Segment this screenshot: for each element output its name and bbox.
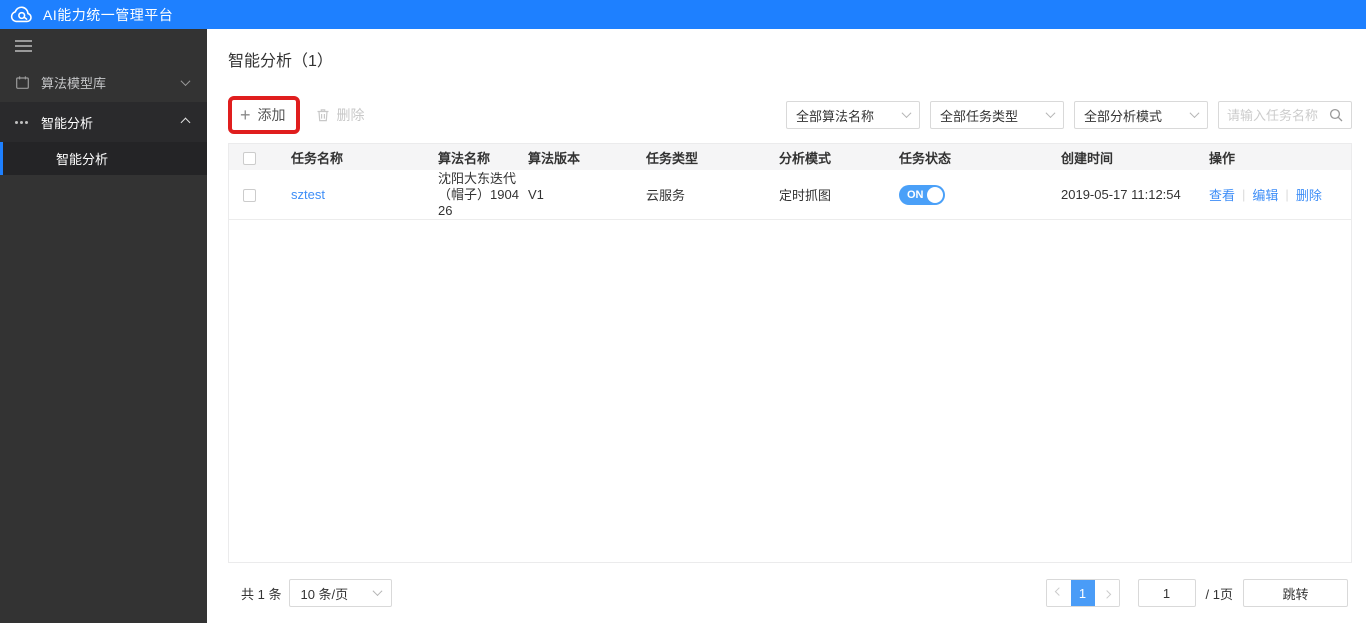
task-type-cell: 云服务: [646, 188, 686, 203]
app-title: AI能力统一管理平台: [43, 6, 174, 23]
page-title: 智能分析（1）: [228, 53, 333, 70]
pagination-bar: 共 1 条 10 条/页 1 / 1页 跳转: [228, 579, 1352, 607]
pager-group: 1: [1045, 579, 1120, 607]
filter-algorithm-name-select[interactable]: 全部算法名称: [786, 101, 920, 129]
filter-analysis-mode-select[interactable]: 全部分析模式: [1074, 101, 1208, 129]
view-action-link[interactable]: 查看: [1209, 185, 1235, 204]
task-name-search: [1218, 101, 1352, 129]
annotation-highlight-box: + 添加: [228, 96, 300, 134]
filter-value: 全部算法名称: [796, 108, 875, 124]
delete-button[interactable]: 删除: [316, 105, 365, 125]
row-actions: 查看 | 编辑 | 删除: [1209, 185, 1351, 204]
filter-bar: 全部算法名称 全部任务类型 全部分析模式: [786, 101, 1352, 129]
sidebar-item-label: 算法模型库: [41, 75, 107, 91]
dots-icon: [15, 120, 39, 124]
chevron-down-icon: [180, 75, 191, 86]
filter-task-type-select[interactable]: 全部任务类型: [930, 101, 1064, 129]
analysis-mode-cell: 定时抓图: [779, 188, 832, 203]
sidebar: 算法模型库 智能分析 智能分析: [0, 29, 207, 623]
top-header: AI能力统一管理平台: [0, 0, 1366, 29]
sidebar-subitem-label: 智能分析: [56, 152, 109, 167]
column-header-task-name: 任务名称: [291, 150, 344, 166]
table-row: sztest 沈阳大东迭代（帽子）190426 V1 云服务 定时抓图 ON 2…: [229, 170, 1351, 220]
calendar-icon: [15, 75, 39, 90]
table-header-row: 任务名称 算法名称 算法版本 任务类型 分析模式 任务状态 创建时间 操作: [229, 144, 1351, 170]
delete-button-label: 删除: [336, 107, 365, 123]
pager-controls: 1 / 1页 跳转: [1045, 579, 1352, 607]
created-time-cell: 2019-05-17 11:12:54: [1061, 187, 1181, 202]
total-pages-label: / 1页: [1205, 586, 1233, 602]
chevron-down-icon: [901, 107, 912, 118]
add-button[interactable]: + 添加: [240, 105, 286, 125]
page-jump-input[interactable]: [1137, 579, 1196, 607]
algorithm-version-cell: V1: [528, 187, 544, 202]
sidebar-subitem-intelligent-analysis[interactable]: 智能分析: [0, 142, 207, 175]
current-page-button[interactable]: 1: [1070, 580, 1095, 606]
page-size-value: 10 条/页: [300, 586, 349, 602]
edit-action-link[interactable]: 编辑: [1252, 185, 1278, 204]
row-checkbox[interactable]: [243, 189, 256, 203]
toolbar: + 添加 删除 全部算法名称 全部任务类型 全部分析模式 请输入任务名称: [228, 96, 1352, 134]
tasks-table: 任务名称 算法名称 算法版本 任务类型 分析模式 任务状态 创建时间 操作 sz…: [228, 143, 1352, 563]
chevron-right-icon: [1102, 590, 1111, 599]
column-header-task-status: 任务状态: [899, 150, 952, 166]
jump-button[interactable]: 跳转: [1243, 579, 1348, 607]
sidebar-collapse-button[interactable]: [0, 29, 207, 62]
task-name-link[interactable]: sztest: [291, 187, 325, 202]
plus-icon: +: [240, 105, 251, 125]
page-size-select[interactable]: 10 条/页: [289, 579, 393, 607]
cloud-logo-icon: [10, 5, 34, 24]
prev-page-button[interactable]: [1046, 580, 1071, 606]
column-header-created-time: 创建时间: [1061, 150, 1114, 166]
chevron-down-icon: [1045, 107, 1056, 118]
status-toggle-label: ON: [907, 188, 924, 201]
chevron-down-icon: [373, 585, 383, 596]
column-header-algorithm-name: 算法名称: [438, 150, 491, 166]
search-input[interactable]: [1227, 107, 1329, 123]
filter-value: 全部任务类型: [940, 108, 1019, 124]
toggle-knob: [927, 186, 943, 203]
column-header-operations: 操作: [1209, 150, 1236, 166]
column-header-algorithm-version: 算法版本: [528, 150, 581, 166]
app-root: AI能力统一管理平台 算法模型库 智能分析 智能分析 智能分析（1） + 添加 …: [0, 0, 1366, 623]
column-header-task-type: 任务类型: [646, 150, 699, 166]
algorithm-name-cell: 沈阳大东迭代（帽子）190426: [438, 170, 519, 218]
total-count-label: 共 1 条: [241, 586, 282, 602]
sidebar-item-algorithm-model-library[interactable]: 算法模型库: [0, 62, 207, 102]
menu-icon: [15, 39, 32, 52]
status-toggle[interactable]: ON: [899, 184, 945, 205]
trash-icon: [316, 108, 330, 122]
sidebar-item-intelligent-analysis[interactable]: 智能分析: [0, 102, 207, 142]
chevron-down-icon: [1189, 107, 1200, 118]
main-content: 智能分析（1） + 添加 删除 全部算法名称 全部任务类型 全部分析模式 请输入…: [207, 29, 1366, 623]
filter-value: 全部分析模式: [1084, 108, 1163, 124]
column-header-analysis-mode: 分析模式: [779, 150, 832, 166]
action-divider: |: [1285, 187, 1289, 202]
search-icon[interactable]: [1329, 108, 1343, 122]
sidebar-item-label: 智能分析: [41, 115, 94, 131]
action-divider: |: [1242, 187, 1246, 202]
delete-action-link[interactable]: 删除: [1296, 185, 1322, 204]
select-all-checkbox[interactable]: [243, 151, 256, 165]
chevron-left-icon: [1054, 587, 1063, 596]
next-page-button[interactable]: [1094, 580, 1119, 606]
chevron-up-icon: [180, 117, 191, 127]
add-button-label: 添加: [257, 107, 286, 123]
